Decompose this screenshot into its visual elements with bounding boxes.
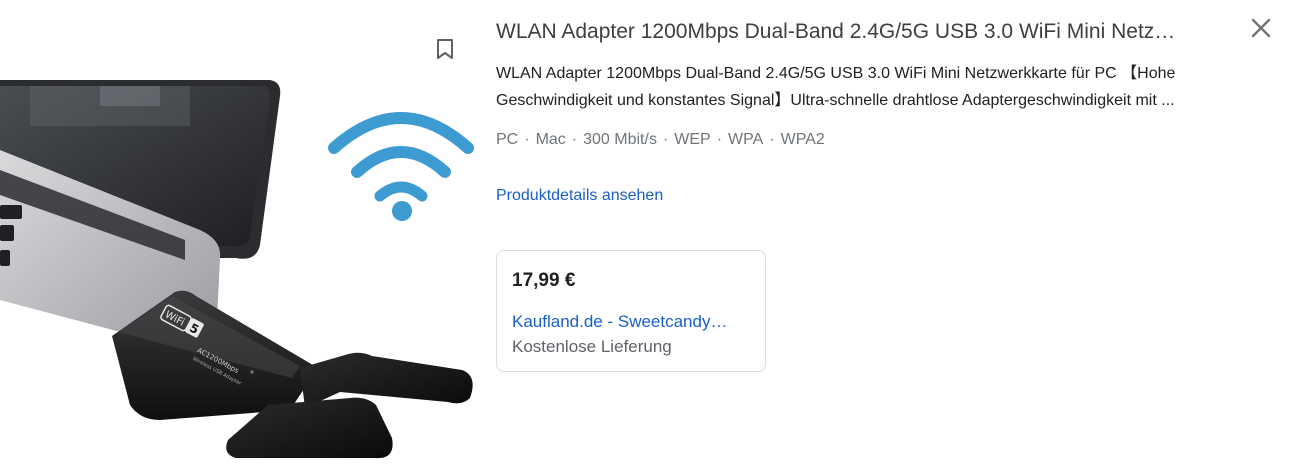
bookmark-icon [437, 39, 453, 59]
spec-item: Mac [535, 131, 566, 148]
product-description: WLAN Adapter 1200Mbps Dual-Band 2.4G/5G … [496, 60, 1256, 114]
product-image[interactable]: WiFi 5 AC1200Mbps Wireless USB Adapter [0, 0, 480, 470]
product-title: WLAN Adapter 1200Mbps Dual-Band 2.4G/5G … [496, 20, 1176, 43]
save-bookmark-button[interactable] [432, 36, 458, 62]
spec-item: WEP [674, 131, 711, 148]
product-specs: PC · Mac · 300 Mbit/s · WEP · WPA · WPA2 [496, 129, 1256, 151]
spec-item: WPA2 [780, 131, 825, 148]
spec-separator: · [571, 131, 578, 148]
offer-card[interactable]: 17,99 € Kaufland.de - Sweetcandy… Kosten… [496, 250, 766, 372]
spec-item: 300 Mbit/s [583, 131, 657, 148]
product-details-link[interactable]: Produktdetails ansehen [496, 185, 663, 207]
offer-shipping: Kostenlose Lieferung [512, 337, 672, 356]
spec-separator: · [662, 131, 669, 148]
wifi-icon [328, 112, 474, 202]
spec-separator: · [716, 131, 723, 148]
spec-item: PC [496, 131, 519, 148]
spec-item: WPA [728, 131, 764, 148]
description-line-1: WLAN Adapter 1200Mbps Dual-Band 2.4G/5G … [496, 65, 1176, 82]
offer-seller-link[interactable]: Kaufland.de - Sweetcandy… [512, 311, 752, 333]
offer-price: 17,99 € [512, 270, 576, 291]
spec-separator: · [524, 131, 530, 148]
product-details-panel: WLAN Adapter 1200Mbps Dual-Band 2.4G/5G … [496, 18, 1256, 207]
description-line-2: Geschwindigkeit und konstantes Signal】Ul… [496, 92, 1175, 109]
spec-separator: · [769, 131, 775, 148]
antenna-top [300, 352, 473, 408]
